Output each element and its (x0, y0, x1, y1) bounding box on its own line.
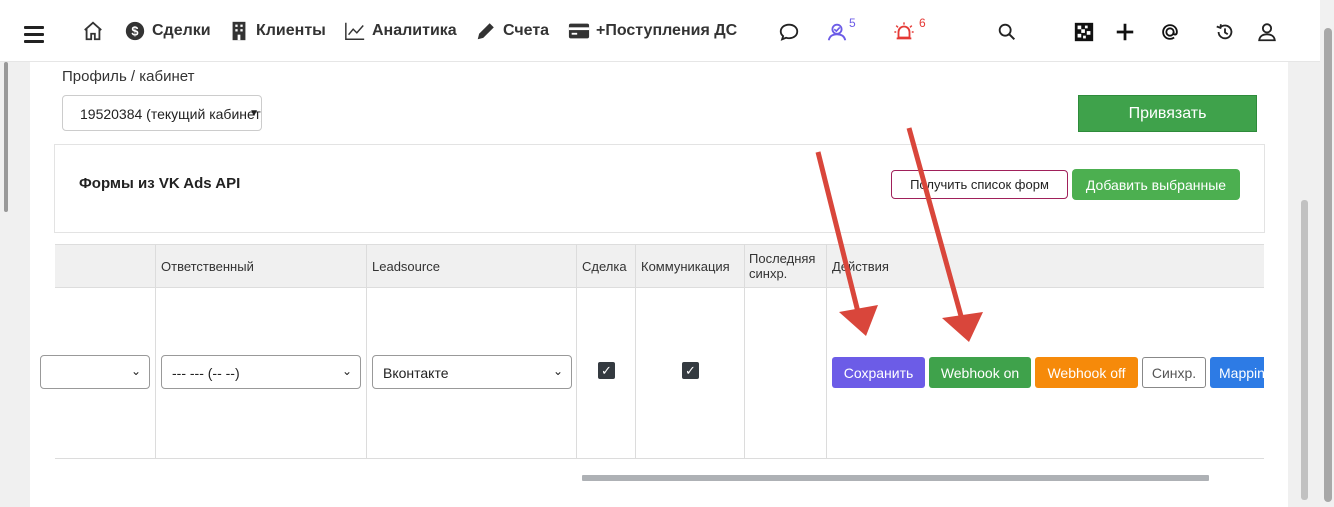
responsible-select[interactable]: --- --- (-- --) ⌄ (161, 355, 361, 389)
left-scrollbar[interactable] (4, 62, 8, 212)
top-navbar: $ Сделки Клиенты Аналитика Счета +Поступ… (0, 0, 1320, 62)
leadsource-select[interactable]: Вконтакте ⌄ (372, 355, 572, 389)
header-responsible: Ответственный (161, 259, 254, 274)
header-deal: Сделка (582, 259, 627, 274)
responsible-select-value: --- --- (-- --) (172, 365, 240, 381)
sync-button[interactable]: Синхр. (1142, 357, 1206, 388)
nav-invoices-label: Счета (503, 22, 550, 39)
profile-select[interactable]: 19520384 (текущий кабинет) ▼ (62, 95, 262, 131)
chat-icon[interactable] (777, 20, 801, 44)
col-divider (826, 244, 827, 458)
page-scrollbar-thumb[interactable] (1324, 28, 1332, 502)
col-divider (635, 244, 636, 458)
header-leadsource: Leadsource (372, 259, 440, 274)
nav-clients[interactable]: Клиенты (228, 18, 326, 44)
alarm-icon[interactable] (892, 20, 916, 44)
deal-checkbox[interactable]: ✓ (598, 362, 615, 379)
nav-invoices[interactable]: Счета (475, 18, 549, 44)
building-icon (232, 21, 246, 41)
chevron-down-icon: ⌄ (552, 364, 563, 378)
header-actions: Действия (832, 259, 889, 274)
nav-clients-label: Клиенты (256, 22, 326, 39)
nav-home[interactable] (82, 18, 104, 44)
menu-icon[interactable] (24, 26, 44, 43)
leadsource-select-value: Вконтакте (383, 365, 449, 381)
add-selected-button[interactable]: Добавить выбранные (1072, 169, 1240, 200)
profile-label: Профиль / кабинет (62, 68, 195, 85)
communication-checkbox[interactable]: ✓ (682, 362, 699, 379)
col-divider (576, 244, 577, 458)
home-icon (84, 21, 102, 41)
row-divider (55, 458, 1264, 459)
col-divider (366, 244, 367, 458)
svg-text:$: $ (131, 24, 138, 39)
content-scrollbar[interactable] (1301, 200, 1308, 500)
chevron-down-icon: ▼ (249, 108, 259, 119)
dollar-circle-icon: $ (125, 21, 145, 41)
profile-select-value: 19520384 (текущий кабинет) (80, 106, 262, 122)
tasks-icon[interactable] (825, 20, 849, 44)
plus-icon[interactable] (1113, 20, 1137, 44)
credit-card-icon (568, 23, 590, 39)
webhook-on-button[interactable]: Webhook on (929, 357, 1031, 388)
save-button[interactable]: Сохранить (832, 357, 925, 388)
nav-analytics[interactable]: Аналитика (344, 18, 457, 44)
alerts-badge: 6 (919, 16, 926, 30)
nav-analytics-label: Аналитика (372, 22, 457, 39)
nav-payments[interactable]: +Поступления ДС (568, 18, 737, 44)
col-divider (744, 244, 745, 458)
history-icon[interactable] (1213, 20, 1237, 44)
col-divider (155, 244, 156, 458)
nav-deals-label: Сделки (152, 22, 211, 39)
pencil-icon (477, 23, 494, 40)
forms-title: Формы из VK Ads API (79, 175, 241, 192)
qr-icon[interactable] (1072, 20, 1096, 44)
chart-line-icon (345, 22, 365, 40)
search-icon[interactable] (995, 20, 1019, 44)
table-horizontal-scrollbar[interactable] (582, 475, 1209, 481)
at-icon[interactable] (1158, 20, 1182, 44)
bind-button[interactable]: Привязать (1078, 95, 1257, 132)
tasks-badge: 5 (849, 16, 856, 30)
header-last-sync: Последняя синхр. (749, 251, 816, 281)
mapping-button[interactable]: Mapping (1210, 357, 1264, 388)
nav-payments-label: +Поступления ДС (596, 22, 738, 39)
chevron-down-icon: ⌄ (130, 364, 141, 378)
nav-deals[interactable]: $ Сделки (124, 18, 211, 44)
form-select[interactable]: ⌄ (40, 355, 150, 389)
get-forms-list-button[interactable]: Получить список форм (891, 170, 1068, 199)
header-communication: Коммуникация (641, 259, 730, 274)
user-icon[interactable] (1255, 20, 1279, 44)
webhook-off-button[interactable]: Webhook off (1035, 357, 1138, 388)
chevron-down-icon: ⌄ (341, 364, 352, 378)
